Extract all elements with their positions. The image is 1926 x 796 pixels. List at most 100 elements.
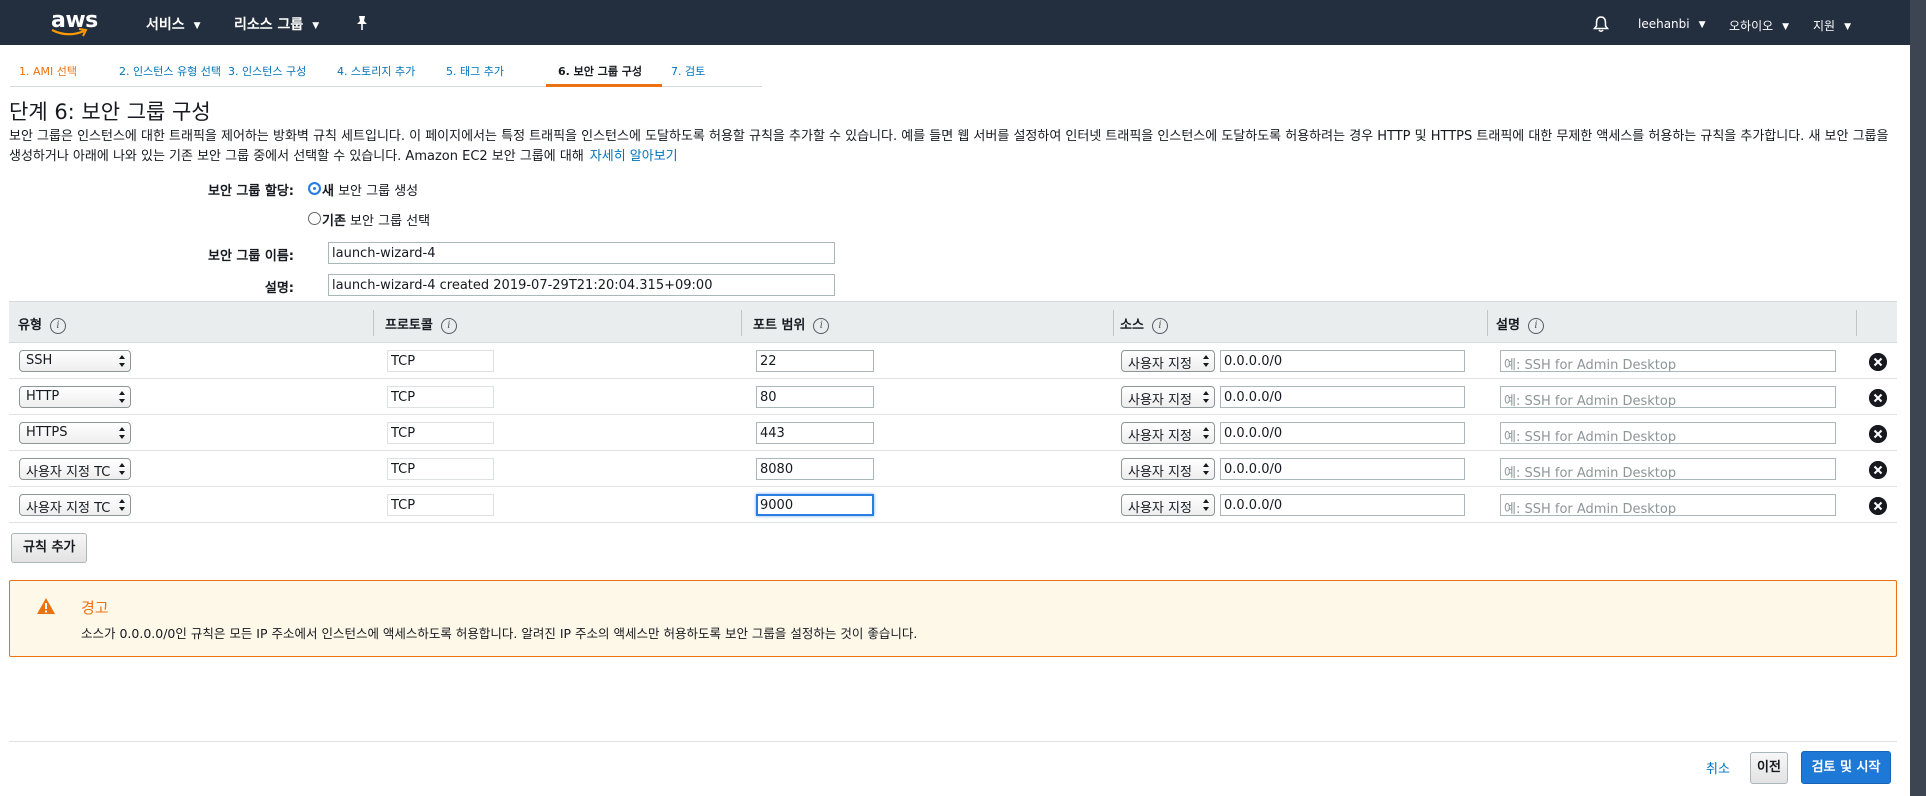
chevron-down-icon: ▼ bbox=[1782, 22, 1790, 32]
type-value: 사용자 지정 TC bbox=[26, 465, 111, 480]
source-type-value: 사용자 지정 bbox=[1128, 429, 1192, 444]
source-type-select[interactable]: 사용자 지정 bbox=[1121, 422, 1215, 444]
tab-review[interactable]: 7. 검토 bbox=[662, 57, 762, 87]
radio-new-label: 새 보안 그룹 생성 bbox=[322, 180, 418, 199]
col-port-header: 포트 범위 i bbox=[753, 314, 830, 334]
column-divider bbox=[741, 310, 742, 336]
tab-ami[interactable]: 1. AMI 선택 bbox=[10, 57, 110, 87]
remove-rule-icon[interactable] bbox=[1869, 497, 1887, 515]
group-name-input[interactable]: launch-wizard-4 bbox=[328, 242, 835, 264]
user-menu[interactable]: leehanbi ▼ bbox=[1638, 17, 1706, 31]
warning-title: 경고 bbox=[81, 599, 109, 617]
services-menu[interactable]: 서비스 ▼ bbox=[146, 14, 201, 34]
rule-description-input[interactable]: 예: SSH for Admin Desktop bbox=[1500, 494, 1836, 516]
add-rule-button[interactable]: 규칙 추가 bbox=[11, 533, 88, 563]
source-cidr-input[interactable]: 0.0.0.0/0 bbox=[1220, 458, 1465, 480]
col-type-label: 유형 bbox=[18, 318, 42, 333]
desktop-edge bbox=[1910, 0, 1926, 796]
radio-existing-group[interactable] bbox=[308, 212, 321, 225]
description-input[interactable]: launch-wizard-4 created 2019-07-29T21:20… bbox=[328, 274, 835, 296]
info-icon[interactable]: i bbox=[440, 317, 457, 334]
source-cidr-input[interactable]: 0.0.0.0/0 bbox=[1220, 422, 1465, 444]
chevron-down-icon: ▼ bbox=[312, 21, 320, 31]
col-description-header: 설명 i bbox=[1496, 314, 1544, 334]
port-input[interactable]: 8080 bbox=[756, 458, 874, 480]
page-title: 단계 6: 보안 그룹 구성 bbox=[9, 100, 211, 124]
tab-instance-type[interactable]: 2. 인스턴스 유형 선택 bbox=[110, 57, 221, 87]
table-row: 사용자 지정 TC TCP 8080 사용자 지정 0.0.0.0/0 예: S… bbox=[9, 451, 1897, 487]
source-type-select[interactable]: 사용자 지정 bbox=[1121, 386, 1215, 408]
tab-tags[interactable]: 5. 태그 추가 bbox=[437, 57, 546, 87]
description-label: 설명: bbox=[264, 281, 294, 296]
remove-rule-icon[interactable] bbox=[1869, 425, 1887, 443]
tab-security-group[interactable]: 6. 보안 그룹 구성 bbox=[546, 57, 662, 87]
region-menu[interactable]: 오하이오 ▼ bbox=[1729, 17, 1789, 34]
source-cidr-input[interactable]: 0.0.0.0/0 bbox=[1220, 350, 1465, 372]
info-icon[interactable]: i bbox=[813, 317, 830, 334]
rule-description-input[interactable]: 예: SSH for Admin Desktop bbox=[1500, 422, 1836, 444]
support-menu[interactable]: 지원 ▼ bbox=[1813, 17, 1851, 34]
rule-description-input[interactable]: 예: SSH for Admin Desktop bbox=[1500, 458, 1836, 480]
port-input[interactable]: 443 bbox=[756, 422, 874, 444]
remove-rule-icon[interactable] bbox=[1869, 353, 1887, 371]
pin-icon[interactable] bbox=[355, 15, 369, 31]
remove-rule-icon[interactable] bbox=[1869, 389, 1887, 407]
source-cidr-input[interactable]: 0.0.0.0/0 bbox=[1220, 386, 1465, 408]
type-select[interactable]: 사용자 지정 TC bbox=[19, 458, 131, 480]
info-icon[interactable]: i bbox=[1527, 317, 1544, 334]
col-source-header: 소스 i bbox=[1120, 314, 1168, 334]
resource-groups-menu[interactable]: 리소스 그룹 ▼ bbox=[234, 14, 319, 34]
table-row: HTTP TCP 80 사용자 지정 0.0.0.0/0 예: SSH for … bbox=[9, 379, 1897, 415]
aws-console-page: aws 서비스 ▼ 리소스 그룹 ▼ leehanbi ▼ 오하이오 ▼ 지원 ▼ bbox=[0, 0, 1910, 796]
learn-more-link[interactable]: 자세히 알아보기 bbox=[590, 149, 678, 164]
port-input[interactable]: 80 bbox=[756, 386, 874, 408]
cancel-button[interactable]: 취소 bbox=[1706, 758, 1730, 777]
group-name-label: 보안 그룹 이름: bbox=[207, 249, 294, 264]
column-divider bbox=[1856, 310, 1857, 336]
column-divider bbox=[1487, 310, 1488, 336]
column-divider bbox=[373, 310, 374, 336]
type-select[interactable]: HTTPS bbox=[19, 422, 131, 444]
resource-groups-label: 리소스 그룹 bbox=[234, 17, 304, 33]
type-select[interactable]: HTTP bbox=[19, 386, 131, 408]
tab-storage[interactable]: 4. 스토리지 추가 bbox=[328, 57, 437, 87]
info-icon[interactable]: i bbox=[1151, 317, 1168, 334]
info-icon[interactable]: i bbox=[49, 317, 66, 334]
source-type-select[interactable]: 사용자 지정 bbox=[1121, 494, 1215, 516]
aws-logo[interactable]: aws bbox=[48, 6, 98, 40]
previous-button[interactable]: 이전 bbox=[1750, 752, 1788, 784]
remove-rule-icon[interactable] bbox=[1869, 461, 1887, 479]
source-cidr-input[interactable]: 0.0.0.0/0 bbox=[1220, 494, 1465, 516]
intro-text: 보안 그룹은 인스턴스에 대한 트래픽을 제어하는 방화벽 규칙 세트입니다. … bbox=[9, 127, 1899, 167]
select-arrows-icon bbox=[1203, 427, 1209, 439]
select-arrows-icon bbox=[119, 463, 125, 475]
radio-existing-label: 기존 보안 그룹 선택 bbox=[322, 210, 430, 229]
source-type-value: 사용자 지정 bbox=[1128, 465, 1192, 480]
warning-icon bbox=[37, 598, 55, 614]
source-type-select[interactable]: 사용자 지정 bbox=[1121, 350, 1215, 372]
assign-label: 보안 그룹 할당: bbox=[207, 184, 294, 199]
radio-existing-rest: 보안 그룹 선택 bbox=[345, 214, 431, 229]
footer-divider bbox=[9, 741, 1897, 742]
select-arrows-icon bbox=[119, 355, 125, 367]
source-type-value: 사용자 지정 bbox=[1128, 393, 1192, 408]
source-type-select[interactable]: 사용자 지정 bbox=[1121, 458, 1215, 480]
radio-new-bold: 새 bbox=[322, 184, 334, 199]
port-input[interactable]: 9000 bbox=[756, 494, 874, 516]
port-input[interactable]: 22 bbox=[756, 350, 874, 372]
protocol-field: TCP bbox=[387, 386, 494, 408]
review-and-launch-button[interactable]: 검토 및 시작 bbox=[1801, 751, 1891, 784]
col-source-label: 소스 bbox=[1120, 318, 1144, 333]
bell-icon[interactable] bbox=[1593, 15, 1609, 33]
table-row: SSH TCP 22 사용자 지정 0.0.0.0/0 예: SSH for A… bbox=[9, 343, 1897, 379]
type-select[interactable]: 사용자 지정 TC bbox=[19, 494, 131, 516]
type-select[interactable]: SSH bbox=[19, 350, 131, 372]
tab-instance-config[interactable]: 3. 인스턴스 구성 bbox=[219, 57, 328, 87]
radio-new-group[interactable] bbox=[308, 182, 321, 195]
warning-alert: 경고 소스가 0.0.0.0/0인 규칙은 모든 IP 주소에서 인스턴스에 액… bbox=[9, 580, 1897, 657]
type-value: HTTPS bbox=[26, 425, 68, 440]
type-value: 사용자 지정 TC bbox=[26, 501, 111, 516]
rule-description-input[interactable]: 예: SSH for Admin Desktop bbox=[1500, 386, 1836, 408]
col-protocol-header: 프로토콜 i bbox=[385, 314, 457, 334]
rule-description-input[interactable]: 예: SSH for Admin Desktop bbox=[1500, 350, 1836, 372]
